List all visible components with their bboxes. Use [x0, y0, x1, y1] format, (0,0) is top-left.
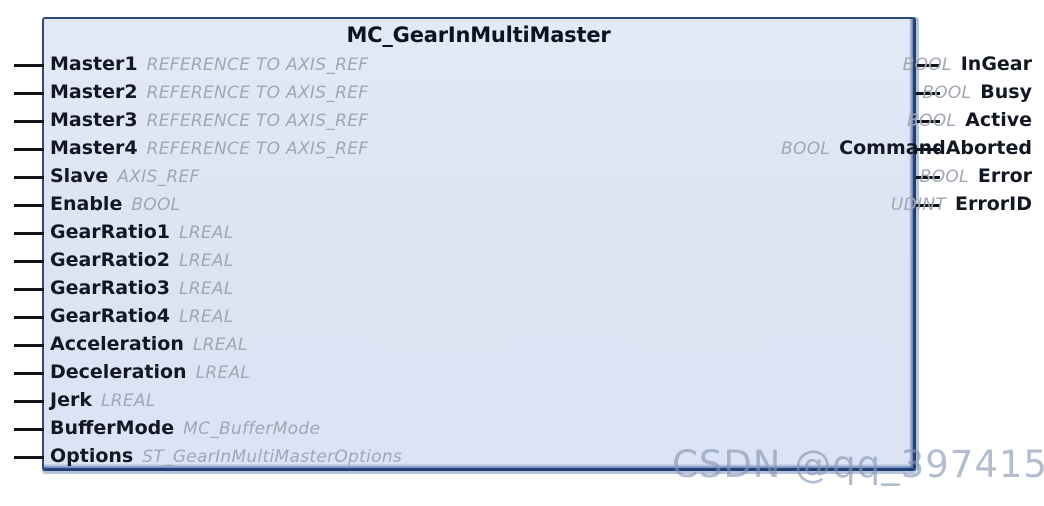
output-pin-type: BOOL [907, 111, 957, 131]
input-pin-name: Master3 [50, 109, 138, 131]
input-connector-stub[interactable] [14, 204, 44, 207]
output-pin-row[interactable]: BOOL InGear [903, 50, 1032, 78]
input-pin-name: BufferMode [50, 417, 175, 439]
input-pin-type: LREAL [100, 391, 156, 411]
input-connector-stub[interactable] [14, 456, 44, 459]
output-pin-row[interactable]: BOOL Active [907, 106, 1032, 134]
input-pin-row[interactable]: GearRatio1 LREAL [50, 218, 234, 246]
input-pin-type: ST_GearInMultiMasterOptions [142, 447, 403, 467]
output-pin-name: Active [965, 109, 1032, 131]
input-pin-type: REFERENCE TO AXIS_REF [146, 55, 369, 75]
input-pin-name: Enable [50, 193, 123, 215]
output-pin-name: Error [977, 165, 1032, 187]
input-pin-row[interactable]: Slave AXIS_REF [50, 162, 200, 190]
output-pin-type: BOOL [919, 167, 969, 187]
input-pin-type: LREAL [192, 335, 248, 355]
input-pin-type: REFERENCE TO AXIS_REF [146, 139, 369, 159]
function-block-title: MC_GearInMultiMaster [346, 23, 611, 47]
input-pin-row[interactable]: GearRatio3 LREAL [50, 274, 234, 302]
input-connector-stub[interactable] [14, 400, 44, 403]
input-pin-name: GearRatio4 [50, 305, 170, 327]
input-pin-row[interactable]: Master3 REFERENCE TO AXIS_REF [50, 106, 368, 134]
input-pin-row[interactable]: Master2 REFERENCE TO AXIS_REF [50, 78, 368, 106]
input-pin-type: BOOL [131, 195, 181, 215]
input-pin-name: GearRatio1 [50, 221, 170, 243]
input-connector-stub[interactable] [14, 260, 44, 263]
input-pin-name: GearRatio2 [50, 249, 170, 271]
input-pin-type: LREAL [179, 307, 234, 327]
input-pin-row[interactable]: GearRatio4 LREAL [50, 302, 234, 330]
input-pin-type: REFERENCE TO AXIS_REF [146, 111, 369, 131]
input-pin-name: Jerk [50, 389, 92, 411]
input-connector-stub[interactable] [14, 288, 44, 291]
output-pin-type: BOOL [922, 83, 972, 103]
input-connector-stub[interactable] [14, 120, 44, 123]
input-pin-type: REFERENCE TO AXIS_REF [146, 83, 369, 103]
input-connector-stub[interactable] [14, 148, 44, 151]
input-pin-type: LREAL [179, 223, 234, 243]
input-pin-row[interactable]: Options ST_GearInMultiMasterOptions [50, 442, 402, 470]
input-pin-type: LREAL [179, 279, 234, 299]
input-pin-row[interactable]: Master1 REFERENCE TO AXIS_REF [50, 50, 368, 78]
input-pin-name: Deceleration [50, 361, 187, 383]
output-pin-type: UDINT [890, 195, 947, 215]
input-pin-name: Slave [50, 165, 109, 187]
function-block-diagram: MC_GearInMultiMaster Master1 REFERENCE TO… [0, 0, 1044, 506]
output-pin-row[interactable]: BOOL CommandAborted [781, 134, 1032, 162]
input-connector-stub[interactable] [14, 372, 44, 375]
output-pin-type: BOOL [781, 139, 831, 159]
input-pin-row[interactable]: BufferMode MC_BufferMode [50, 414, 320, 442]
input-pin-type: MC_BufferMode [183, 419, 321, 439]
output-pin-type: BOOL [902, 55, 952, 75]
input-pin-row[interactable]: Acceleration LREAL [50, 330, 248, 358]
input-connector-stub[interactable] [14, 176, 44, 179]
input-pin-name: Acceleration [50, 333, 184, 355]
input-pin-name: Master1 [50, 53, 138, 75]
input-pin-row[interactable]: Jerk LREAL [50, 386, 156, 414]
input-pin-name: Master2 [50, 81, 138, 103]
input-connector-stub[interactable] [14, 232, 44, 235]
output-pin-row[interactable]: UDINT ErrorID [891, 190, 1032, 218]
input-pin-name: Master4 [50, 137, 138, 159]
output-pin-name: CommandAborted [839, 137, 1032, 159]
input-pin-name: Options [50, 445, 134, 467]
input-pin-type: AXIS_REF [117, 167, 200, 187]
output-pin-name: InGear [960, 53, 1032, 75]
input-connector-stub[interactable] [14, 428, 44, 431]
input-pin-row[interactable]: Deceleration LREAL [50, 358, 250, 386]
output-pin-name: Busy [980, 81, 1032, 103]
output-pin-name: ErrorID [955, 193, 1032, 215]
input-pin-row[interactable]: GearRatio2 LREAL [50, 246, 234, 274]
input-pin-name: GearRatio3 [50, 277, 170, 299]
input-pin-type: LREAL [195, 363, 251, 383]
output-pin-row[interactable]: BOOL Error [920, 162, 1032, 190]
input-pin-type: LREAL [179, 251, 234, 271]
output-pin-row[interactable]: BOOL Busy [922, 78, 1032, 106]
input-pin-row[interactable]: Master4 REFERENCE TO AXIS_REF [50, 134, 368, 162]
input-connector-stub[interactable] [14, 92, 44, 95]
input-connector-stub[interactable] [14, 344, 44, 347]
input-pin-row[interactable]: Enable BOOL [50, 190, 180, 218]
input-connector-stub[interactable] [14, 316, 44, 319]
input-connector-stub[interactable] [14, 64, 44, 67]
